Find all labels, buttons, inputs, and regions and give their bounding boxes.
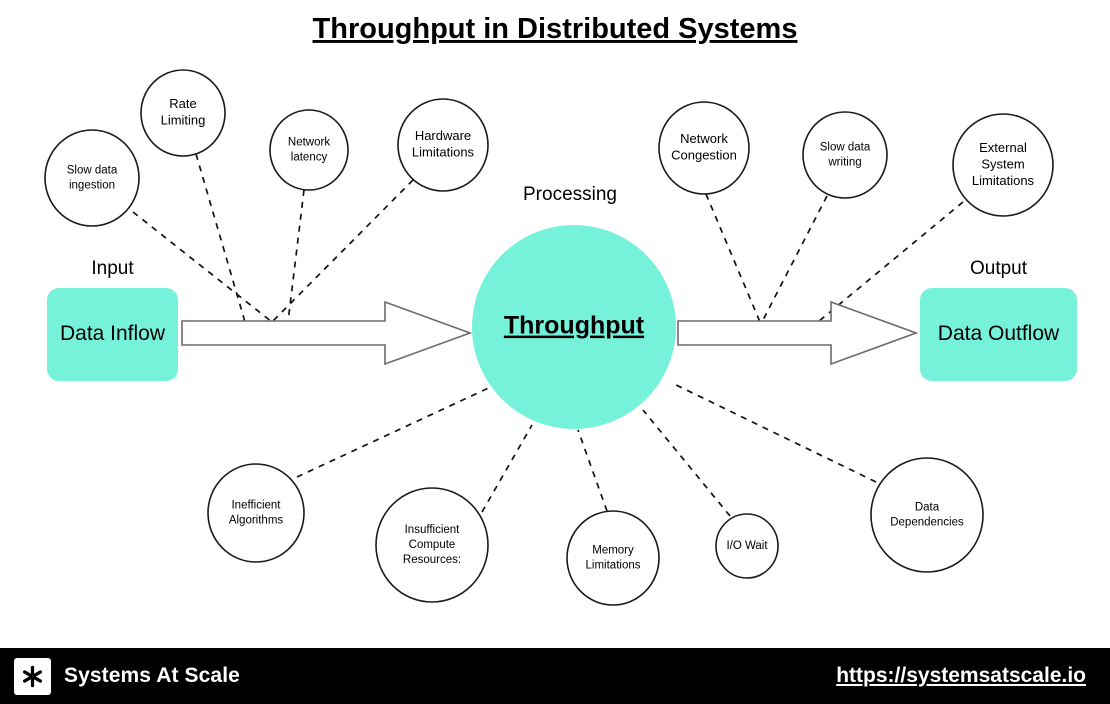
- node-io-wait[interactable]: I/O Wait: [715, 513, 779, 579]
- connector-rate-limiting: [195, 153, 246, 323]
- node-io-wait-label: I/O Wait: [726, 540, 768, 552]
- connector-hardware-limitations: [271, 179, 414, 323]
- diagram-canvas: Throughput in Distributed Systems Data I…: [0, 0, 1110, 644]
- node-network-latency-label: Network: [288, 137, 330, 149]
- node-hardware-limitations-label: Limitations: [412, 145, 475, 160]
- input-section-label: Input: [91, 258, 134, 279]
- node-rate-limiting[interactable]: Rate Limiting: [140, 69, 226, 157]
- output-flow-arrow: [677, 300, 919, 366]
- node-data-dependencies-label: Data: [915, 502, 940, 514]
- node-memory-limitations-shape: [566, 510, 660, 606]
- brand-url-link[interactable]: https://systemsatscale.io: [836, 664, 1096, 688]
- node-inefficient-algorithms[interactable]: Inefficient Algorithms: [207, 463, 305, 563]
- asterisk-star-icon: [14, 657, 51, 695]
- node-memory-limitations[interactable]: Memory Limitations: [566, 510, 660, 606]
- node-slow-data-writing-label: Slow data: [820, 142, 871, 154]
- connector-inefficient-algorithms: [296, 384, 496, 478]
- processing-section-label: Processing: [523, 184, 617, 205]
- node-insufficient-compute-resources[interactable]: Insufficient Compute Resources:: [375, 487, 489, 603]
- node-network-congestion[interactable]: Network Congestion: [658, 101, 750, 195]
- node-slow-data-writing[interactable]: Slow data writing: [802, 111, 888, 199]
- node-inefficient-algorithms-label: Inefficient: [231, 500, 281, 512]
- node-network-congestion-label: Network: [680, 131, 728, 146]
- node-memory-limitations-label: Limitations: [586, 560, 641, 572]
- data-outflow-box: Data Outflow: [920, 288, 1077, 381]
- connector-io-wait: [642, 409, 731, 517]
- node-data-dependencies-label: Dependencies: [890, 517, 964, 529]
- node-network-latency-label: latency: [291, 152, 328, 164]
- throughput-hub: Throughput: [472, 225, 676, 429]
- node-slow-data-ingestion-shape: [44, 129, 140, 227]
- node-inefficient-algorithms-shape: [207, 463, 305, 563]
- node-network-latency-shape: [269, 109, 349, 191]
- node-slow-data-writing-label: writing: [827, 157, 861, 169]
- page-title: Throughput in Distributed Systems: [313, 13, 798, 45]
- node-memory-limitations-label: Memory: [592, 545, 634, 557]
- connector-network-latency: [287, 189, 305, 323]
- footer-bar: Systems At Scale https://systemsatscale.…: [0, 648, 1110, 704]
- node-network-latency[interactable]: Network latency: [269, 109, 349, 191]
- node-external-system-limitations-label: Limitations: [972, 173, 1035, 188]
- data-inflow-label: Data Inflow: [60, 322, 166, 345]
- footer-brand-group: Systems At Scale: [14, 657, 240, 695]
- node-insufficient-compute-resources-label: Resources:: [403, 554, 461, 566]
- throughput-hub-label: Throughput: [504, 312, 645, 340]
- brand-name: Systems At Scale: [64, 664, 240, 687]
- node-rate-limiting-label: Limiting: [161, 113, 206, 128]
- node-external-system-limitations-label: System: [981, 156, 1024, 171]
- node-data-dependencies[interactable]: Data Dependencies: [870, 457, 984, 573]
- connector-insufficient-compute-resources: [481, 424, 533, 513]
- node-rate-limiting-label: Rate: [169, 96, 196, 111]
- throughput-diagram: Throughput in Distributed Systems Data I…: [44, 13, 1077, 606]
- connector-memory-limitations: [577, 429, 608, 512]
- node-hardware-limitations[interactable]: Hardware Limitations: [397, 98, 489, 192]
- node-slow-data-ingestion-label: Slow data: [67, 165, 118, 177]
- node-network-congestion-label: Congestion: [671, 148, 737, 163]
- title-layer: Throughput in Distributed Systems: [313, 13, 798, 45]
- node-hardware-limitations-label: Hardware: [415, 128, 471, 143]
- node-external-system-limitations[interactable]: ExternalSystem Limitations: [952, 113, 1054, 217]
- connector-network-congestion: [705, 193, 761, 323]
- node-external-system-limitations-label: External: [979, 140, 1027, 155]
- input-flow-arrow: [181, 300, 473, 366]
- node-insufficient-compute-resources-label: Compute: [409, 539, 456, 551]
- node-insufficient-compute-resources-label: Insufficient: [405, 524, 461, 536]
- data-inflow-box: Data Inflow: [47, 288, 178, 381]
- node-slow-data-writing-shape: [802, 111, 888, 199]
- connector-data-dependencies: [671, 382, 877, 483]
- output-section-label: Output: [970, 258, 1028, 279]
- node-data-dependencies-shape: [870, 457, 984, 573]
- connector-slow-data-writing: [761, 195, 828, 323]
- node-slow-data-ingestion[interactable]: Slow data ingestion: [44, 129, 140, 227]
- node-inefficient-algorithms-label: Algorithms: [229, 515, 284, 527]
- node-slow-data-ingestion-label: ingestion: [69, 180, 115, 192]
- data-outflow-label: Data Outflow: [938, 322, 1060, 345]
